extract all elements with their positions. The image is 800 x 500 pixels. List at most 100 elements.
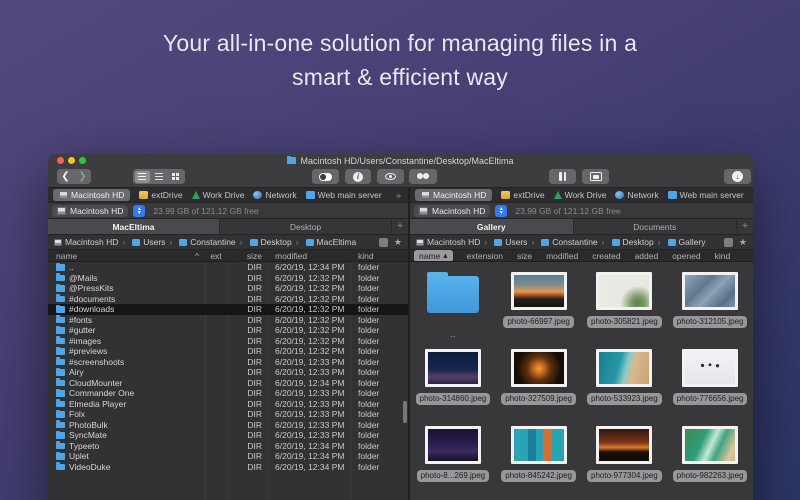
file-row[interactable]: Uplet DIR 6/20/19, 12:34 PM folder	[48, 451, 408, 462]
drive-tab[interactable]: Web main server	[668, 190, 744, 200]
drive-tab[interactable]: Work Drive	[554, 190, 607, 200]
drive-tab[interactable]: extDrive	[139, 190, 182, 200]
file-row[interactable]: VideoDuke DIR 6/20/19, 12:34 PM folder	[48, 462, 408, 473]
drive-tab[interactable]: Macintosh HD	[53, 189, 130, 201]
folder-tab[interactable]: Gallery	[410, 219, 574, 234]
breadcrumb-item[interactable]: › Desktop	[236, 237, 292, 247]
zoom-button[interactable]	[79, 157, 86, 164]
file-row[interactable]: Airy DIR 6/20/19, 12:33 PM folder	[48, 367, 408, 378]
grid-view-button[interactable]	[168, 171, 184, 183]
drive-tab[interactable]: Macintosh HD	[415, 189, 492, 201]
drive-tab[interactable]: Work Drive	[192, 190, 245, 200]
parent-folder-item[interactable]: ..	[410, 268, 496, 345]
photo-filename: photo-776656.jpeg	[673, 393, 748, 405]
file-row[interactable]: @PressKits DIR 6/20/19, 12:32 PM folder	[48, 283, 408, 294]
right-favorite-icon[interactable]: ★	[739, 237, 747, 248]
column-header-opened[interactable]: opened	[672, 251, 700, 261]
file-row[interactable]: @Mails DIR 6/20/19, 12:32 PM folder	[48, 273, 408, 284]
column-header-kind[interactable]: kind	[350, 251, 408, 261]
column-header-modified[interactable]: modified	[267, 251, 350, 261]
file-row[interactable]: #screenshoots DIR 6/20/19, 12:33 PM fold…	[48, 357, 408, 368]
photo-item[interactable]: photo-845242.jpeg	[496, 422, 582, 499]
breadcrumb-item[interactable]: › Users	[118, 237, 165, 247]
column-header-extension[interactable]: extension	[467, 251, 503, 261]
left-drive-select[interactable]: Macintosh HD	[52, 205, 128, 217]
file-row[interactable]: Typeeto DIR 6/20/19, 12:34 PM folder	[48, 441, 408, 452]
right-pane-options-button[interactable]	[724, 238, 733, 247]
file-row[interactable]: #downloads DIR 6/20/19, 12:32 PM folder	[48, 304, 408, 315]
photo-item[interactable]: photo-314860.jpeg	[410, 345, 496, 422]
right-new-tab-button[interactable]: +	[737, 219, 753, 234]
column-header-created[interactable]: created	[592, 251, 620, 261]
file-size: DIR	[227, 262, 267, 272]
left-favorite-icon[interactable]: ★	[394, 237, 402, 248]
file-row[interactable]: Elmedia Player DIR 6/20/19, 12:33 PM fol…	[48, 399, 408, 410]
column-header-name[interactable]: name^	[48, 251, 205, 261]
breadcrumb-item[interactable]: › Macintosh HD	[54, 237, 118, 247]
photo-item[interactable]: photo-8...269.jpeg	[410, 422, 496, 499]
list-view-button[interactable]	[135, 171, 151, 183]
file-row[interactable]: SyncMate DIR 6/20/19, 12:33 PM folder	[48, 430, 408, 441]
close-button[interactable]	[57, 157, 64, 164]
breadcrumb-item[interactable]: › Macintosh HD	[416, 237, 480, 247]
column-header-added[interactable]: added	[635, 251, 659, 261]
drive-tabs-overflow-button[interactable]: »	[396, 190, 403, 200]
folder-tab[interactable]: Documents	[574, 219, 738, 234]
file-row[interactable]: #fonts DIR 6/20/19, 12:32 PM folder	[48, 315, 408, 326]
column-header-modified[interactable]: modified	[546, 251, 578, 261]
photo-item[interactable]: photo-776656.jpeg	[667, 345, 753, 422]
file-row[interactable]: Folx DIR 6/20/19, 12:33 PM folder	[48, 409, 408, 420]
toggle-hidden-files-button[interactable]	[312, 169, 339, 184]
photo-item[interactable]: photo-66997.jpeg	[496, 268, 582, 345]
column-header-kind[interactable]: kind	[715, 251, 731, 261]
drive-tab[interactable]: Network	[253, 190, 296, 200]
drive-tab[interactable]: Network	[615, 190, 658, 200]
photo-item[interactable]: photo-982263.jpeg	[667, 422, 753, 499]
left-drive-stepper[interactable]: ▲▼	[133, 205, 145, 217]
photo-item[interactable]: photo-305821.jpeg	[582, 268, 668, 345]
file-row[interactable]: #previews DIR 6/20/19, 12:32 PM folder	[48, 346, 408, 357]
breadcrumb-item[interactable]: › MacEltima	[292, 237, 357, 247]
photo-item[interactable]: photo-533923.jpeg	[582, 345, 668, 422]
photo-item[interactable]: photo-312105.jpeg	[667, 268, 753, 345]
file-row[interactable]: Commander One DIR 6/20/19, 12:33 PM fold…	[48, 388, 408, 399]
search-button[interactable]	[409, 169, 437, 184]
file-row[interactable]: #gutter DIR 6/20/19, 12:32 PM folder	[48, 325, 408, 336]
right-drive-stepper[interactable]: ▲▼	[495, 205, 507, 217]
breadcrumb-item[interactable]: › Constantine	[165, 237, 235, 247]
right-drive-select[interactable]: Macintosh HD	[414, 205, 490, 217]
file-row[interactable]: CloudMounter DIR 6/20/19, 12:34 PM folde…	[48, 378, 408, 389]
drive-tab[interactable]: extDrive	[501, 190, 544, 200]
downloads-button[interactable]: ↓	[724, 169, 751, 184]
right-folder-tabs: Gallery Documents +	[410, 219, 753, 235]
column-header-name[interactable]: name▴	[414, 250, 453, 262]
left-scrollbar-thumb[interactable]	[403, 401, 407, 423]
preview-button[interactable]	[377, 169, 404, 184]
left-pane-options-button[interactable]	[379, 238, 388, 247]
left-new-tab-button[interactable]: +	[392, 219, 408, 234]
file-row[interactable]: #documents DIR 6/20/19, 12:32 PM folder	[48, 294, 408, 305]
column-header-ext[interactable]: ext	[205, 251, 227, 261]
photo-item[interactable]: photo-977304.jpeg	[582, 422, 668, 499]
minimize-button[interactable]	[68, 157, 75, 164]
folder-tab[interactable]: Desktop	[220, 219, 392, 234]
file-row[interactable]: PhotoBulk DIR 6/20/19, 12:33 PM folder	[48, 420, 408, 431]
folder-tab[interactable]: MacEltima	[48, 219, 220, 234]
column-header-size[interactable]: size	[227, 251, 267, 261]
forward-button[interactable]: ❯	[74, 169, 91, 184]
breadcrumb-item[interactable]: › Constantine	[527, 237, 597, 247]
detail-view-button[interactable]	[151, 171, 167, 183]
file-row[interactable]: #images DIR 6/20/19, 12:32 PM folder	[48, 336, 408, 347]
pause-button[interactable]	[549, 169, 576, 184]
breadcrumb-item[interactable]: › Users	[480, 237, 527, 247]
column-header-size[interactable]: size	[517, 251, 532, 261]
drive-tab[interactable]: Web main server	[306, 190, 382, 200]
back-button[interactable]: ❮	[57, 169, 74, 184]
network-share-button[interactable]	[582, 169, 609, 184]
photo-item[interactable]: photo-327509.jpeg	[496, 345, 582, 422]
breadcrumb-item[interactable]: › Gallery	[654, 237, 706, 247]
breadcrumb-item[interactable]: › Desktop	[598, 237, 654, 247]
file-kind: folder	[350, 462, 408, 472]
info-button[interactable]: i	[345, 169, 371, 184]
file-row[interactable]: .. DIR 6/20/19, 12:34 PM folder	[48, 262, 408, 273]
